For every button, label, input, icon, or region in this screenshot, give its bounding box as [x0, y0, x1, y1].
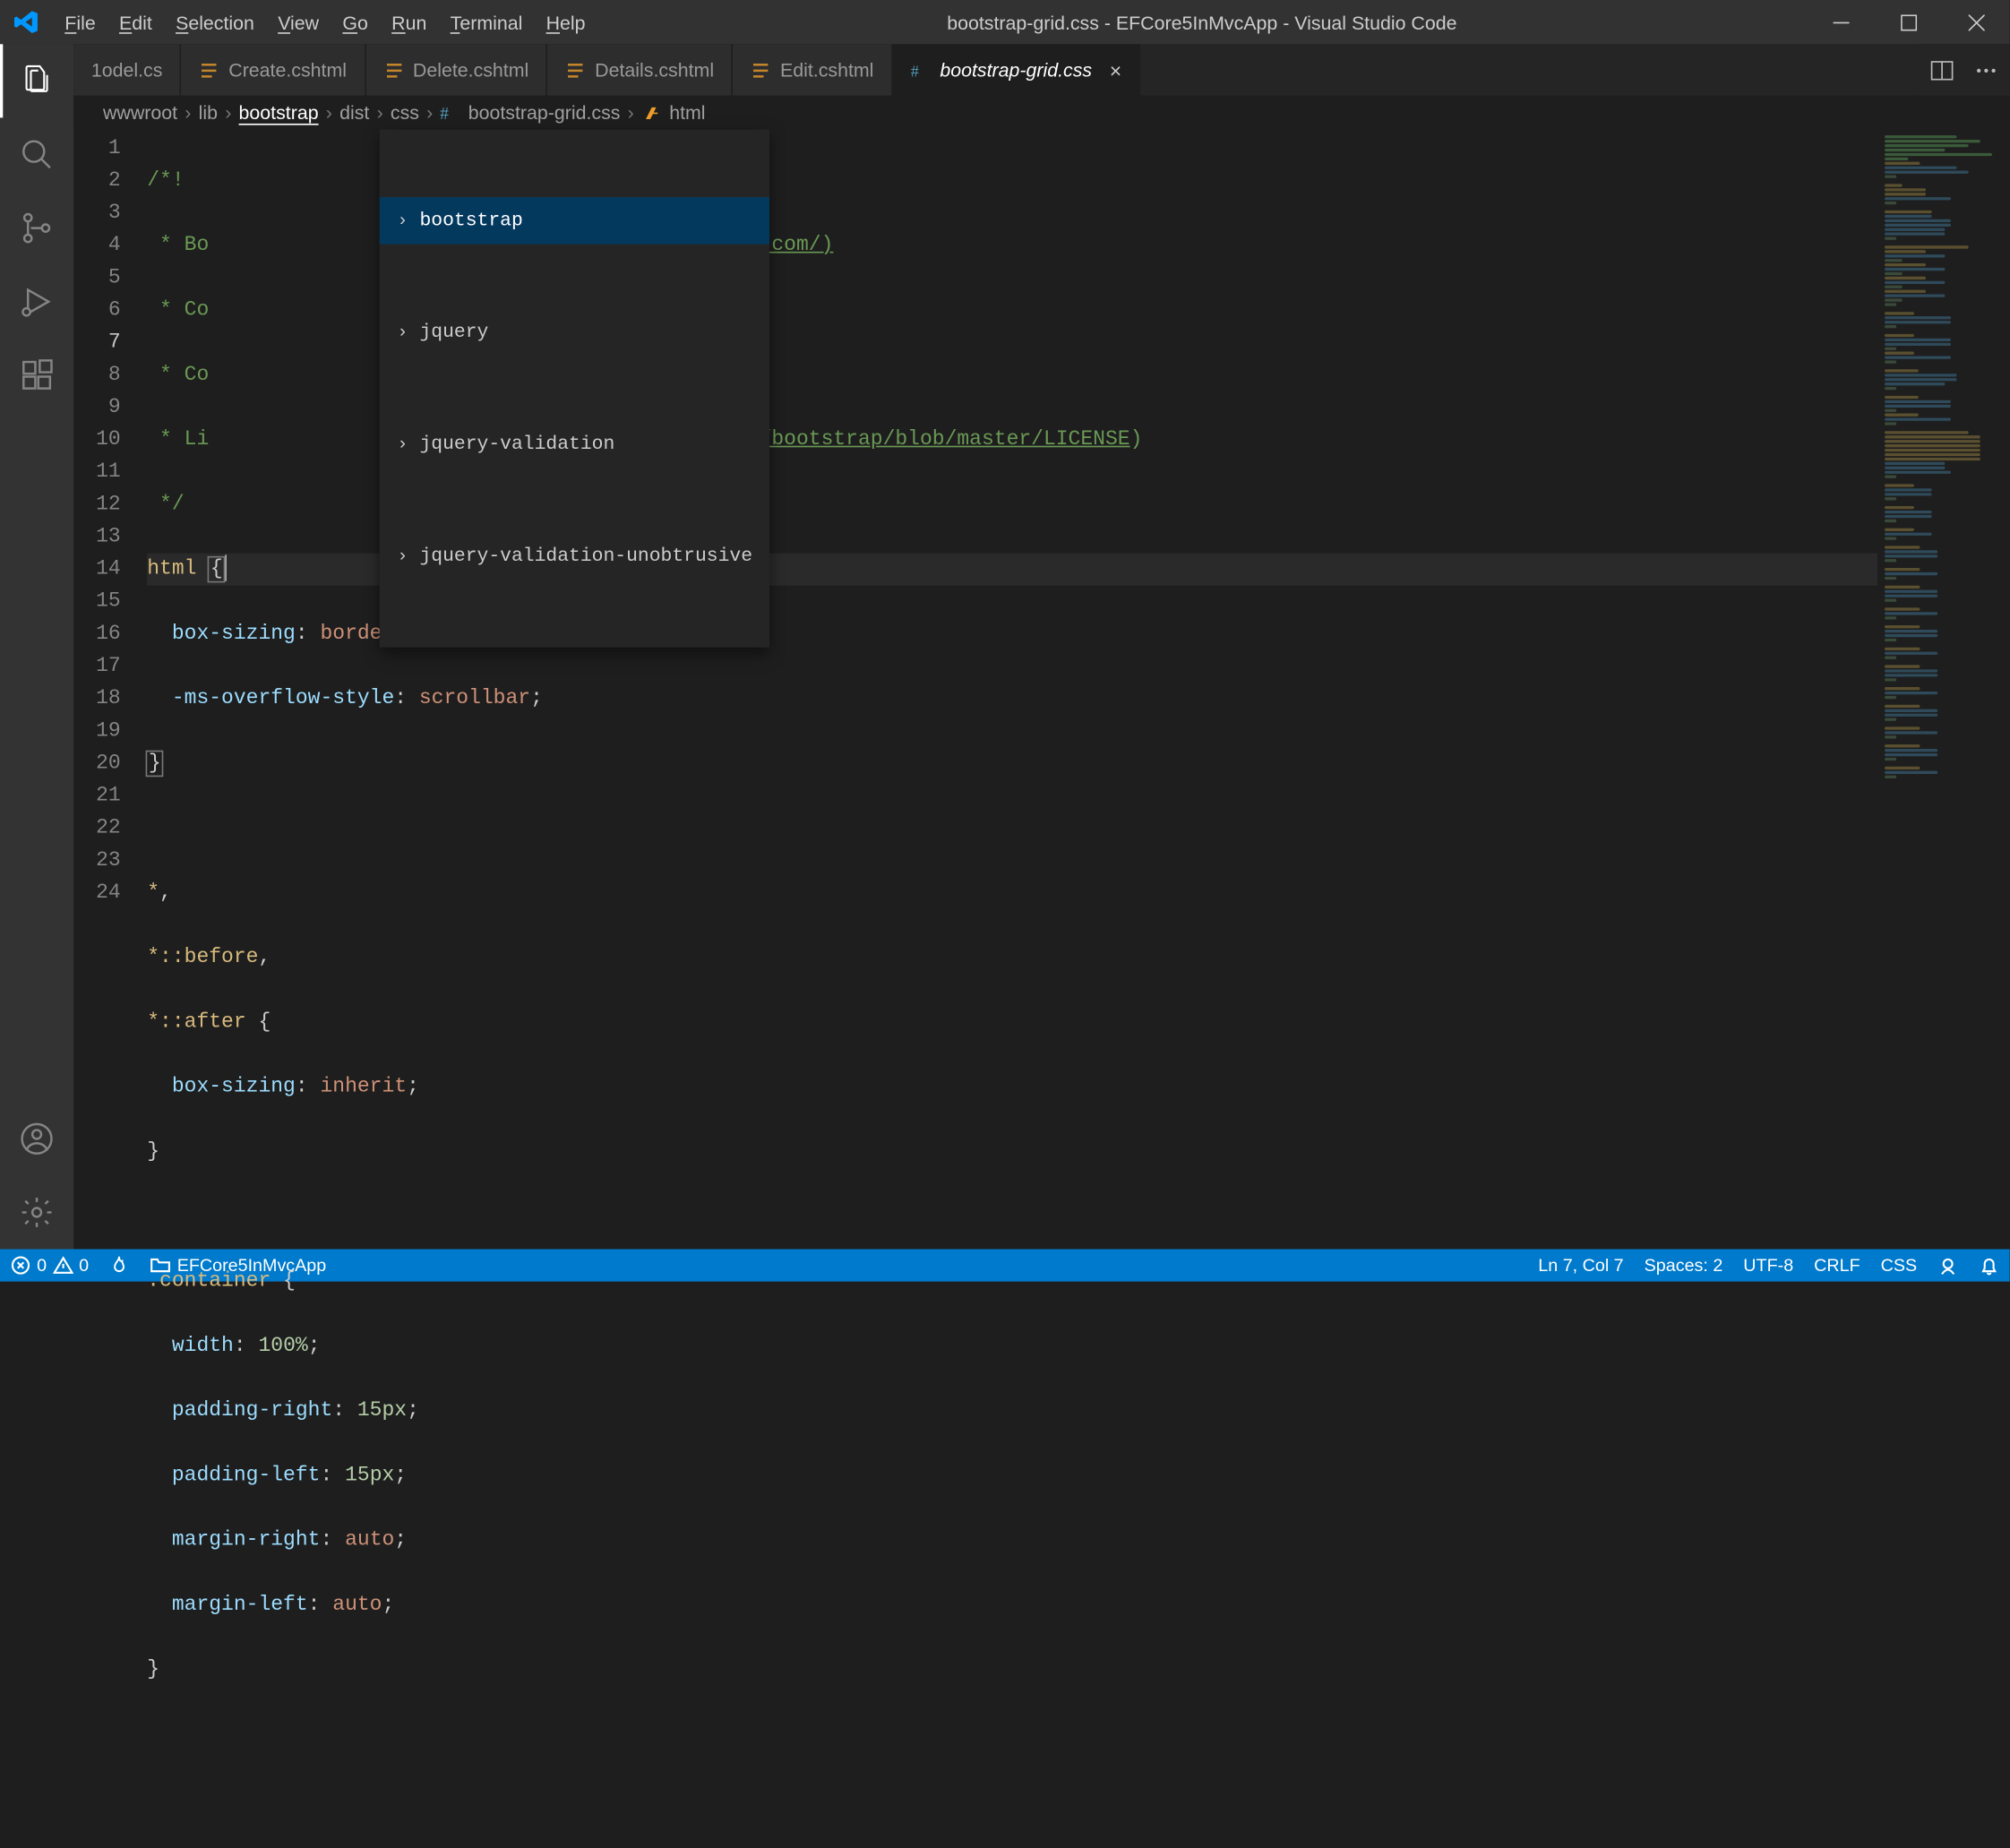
menu-go[interactable]: Go [331, 0, 380, 44]
tab-label: Details.cshtml [595, 59, 714, 82]
editor-group: 1odel.cs Create.cshtml Delete.cshtml Det… [73, 44, 2010, 1249]
account-icon[interactable] [0, 1102, 73, 1175]
window-title: bootstrap-grid.css - EFCore5InMvcApp - V… [597, 11, 1807, 33]
chevron-right-icon: › [326, 101, 332, 124]
explorer-icon[interactable] [0, 44, 73, 117]
menu-run[interactable]: Run [380, 0, 438, 44]
flame-icon [109, 1255, 130, 1276]
tab-model[interactable]: 1odel.cs [73, 44, 182, 95]
source-control-icon[interactable] [0, 192, 73, 265]
menu-terminal[interactable]: Terminal [439, 0, 535, 44]
status-problems[interactable]: 0 0 [0, 1249, 99, 1281]
breadcrumb-dropdown: › bootstrap › jquery › jquery-validation › j… [380, 130, 770, 648]
maximize-button[interactable] [1875, 0, 1943, 44]
search-icon[interactable] [0, 117, 73, 191]
chevron-right-icon: › [628, 101, 634, 124]
razor-icon [565, 60, 586, 81]
minimap[interactable] [1877, 130, 2010, 1250]
status-notifications[interactable] [1969, 1249, 2010, 1281]
dropdown-label: jquery-validation-unobtrusive [419, 540, 752, 572]
feedback-icon [1937, 1255, 1958, 1276]
dropdown-label: bootstrap [419, 204, 522, 236]
css-rule-icon [641, 102, 662, 123]
breadcrumb-item-active[interactable]: bootstrap [239, 101, 319, 124]
warning-icon [53, 1255, 73, 1276]
chevron-right-icon: › [185, 101, 191, 124]
razor-icon [383, 60, 404, 81]
dropdown-label: jquery-validation [419, 428, 614, 460]
chevron-right-icon: › [397, 428, 408, 460]
app-logo [0, 9, 53, 36]
chevron-right-icon: › [397, 204, 408, 236]
window-controls [1807, 0, 2010, 44]
editor-tabs: 1odel.cs Create.cshtml Delete.cshtml Det… [73, 44, 2010, 95]
tab-actions [1919, 44, 2010, 95]
chevron-right-icon: › [397, 316, 408, 348]
activity-bar [0, 44, 73, 1249]
status-ports[interactable] [99, 1249, 141, 1281]
razor-icon [751, 60, 771, 81]
tab-delete[interactable]: Delete.cshtml [365, 44, 547, 95]
chevron-right-icon: › [426, 101, 433, 124]
dropdown-item-jquery-validation-unobtrusive[interactable]: › jquery-validation-unobtrusive [380, 533, 770, 580]
debug-icon[interactable] [0, 265, 73, 339]
breadcrumb-item[interactable]: bootstrap-grid.css [468, 101, 621, 124]
status-language[interactable]: CSS [1870, 1249, 1928, 1281]
minimize-button[interactable] [1807, 0, 1875, 44]
menu-help[interactable]: Help [534, 0, 597, 44]
tab-create[interactable]: Create.cshtml [182, 44, 366, 95]
tab-edit[interactable]: Edit.cshtml [733, 44, 892, 95]
more-actions-icon[interactable] [1974, 58, 1997, 82]
menu-edit[interactable]: Edit [107, 0, 164, 44]
breadcrumb-item[interactable]: dist [339, 101, 369, 124]
chevron-right-icon: › [225, 101, 231, 124]
menu-selection[interactable]: Selection [164, 0, 266, 44]
status-feedback[interactable] [1928, 1249, 1969, 1281]
breadcrumb-item[interactable]: css [391, 101, 419, 124]
breadcrumb: wwwroot › lib › bootstrap › dist › css › # bo… [73, 96, 2010, 130]
dropdown-item-jquery-validation[interactable]: › jquery-validation [380, 421, 770, 468]
tab-label: Edit.cshtml [780, 59, 873, 82]
close-icon[interactable]: × [1110, 58, 1121, 82]
menu-file[interactable]: File [53, 0, 107, 44]
menu-bar: File Edit Selection View Go Run Terminal… [53, 0, 597, 44]
editor[interactable]: 123456789101112131415161718192021222324 … [73, 130, 2010, 1250]
main-area: 1odel.cs Create.cshtml Delete.cshtml Det… [0, 44, 2010, 1249]
tab-bootstrap-grid[interactable]: # bootstrap-grid.css × [893, 44, 1141, 95]
tab-label: Create.cshtml [228, 59, 347, 82]
dropdown-item-bootstrap[interactable]: › bootstrap [380, 197, 770, 245]
extensions-icon[interactable] [0, 339, 73, 412]
dropdown-label: jquery [419, 316, 488, 348]
svg-text:#: # [911, 62, 919, 80]
css-icon: # [441, 102, 461, 123]
vscode-icon [13, 9, 40, 36]
breadcrumb-item[interactable]: lib [199, 101, 218, 124]
tab-label: Delete.cshtml [413, 59, 528, 82]
razor-icon [199, 60, 219, 81]
tab-details[interactable]: Details.cshtml [548, 44, 734, 95]
dropdown-item-jquery[interactable]: › jquery [380, 309, 770, 357]
close-button[interactable] [1942, 0, 2010, 44]
title-bar: File Edit Selection View Go Run Terminal… [0, 0, 2010, 44]
tab-label: 1odel.cs [91, 59, 163, 82]
split-editor-icon[interactable] [1930, 58, 1954, 82]
menu-view[interactable]: View [266, 0, 331, 44]
svg-text:#: # [441, 103, 450, 123]
code-content[interactable]: /*! * Botbootstrap.com/) * Co Authors * … [147, 130, 1877, 1250]
vscode-window: File Edit Selection View Go Run Terminal… [0, 0, 2010, 1282]
chevron-right-icon: › [397, 540, 408, 572]
breadcrumb-item[interactable]: html [669, 101, 705, 124]
css-icon: # [911, 60, 932, 81]
line-numbers: 123456789101112131415161718192021222324 [73, 130, 147, 1250]
chevron-right-icon: › [377, 101, 383, 124]
breadcrumb-item[interactable]: wwwroot [103, 101, 177, 124]
settings-icon[interactable] [0, 1175, 73, 1249]
error-icon [10, 1255, 30, 1276]
bell-icon [1979, 1255, 1999, 1276]
tab-label: bootstrap-grid.css [940, 59, 1092, 82]
